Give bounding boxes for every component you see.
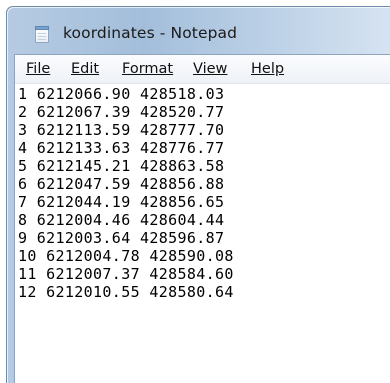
text-line: 2 6212067.39 428520.77 bbox=[18, 103, 225, 121]
text-line: 10 6212004.78 428590.08 bbox=[18, 247, 234, 265]
text-line: 1 6212066.90 428518.03 bbox=[18, 85, 225, 103]
menu-file[interactable]: File bbox=[26, 61, 50, 77]
text-line: 7 6212044.19 428856.65 bbox=[18, 193, 225, 211]
menu-bar: File Edit Format View Help bbox=[15, 55, 390, 84]
menu-edit[interactable]: Edit bbox=[71, 61, 99, 77]
text-line: 4 6212133.63 428776.77 bbox=[18, 139, 225, 157]
title-bar[interactable]: koordinates - Notepad bbox=[7, 7, 390, 53]
text-editor[interactable]: 1 6212066.90 428518.03 2 6212067.39 4285… bbox=[15, 84, 390, 383]
text-line: 8 6212004.46 428604.44 bbox=[18, 211, 225, 229]
text-line: 5 6212145.21 428863.58 bbox=[18, 157, 225, 175]
menu-view[interactable]: View bbox=[193, 61, 227, 77]
text-line: 11 6212007.37 428584.60 bbox=[18, 265, 234, 283]
text-line: 12 6212010.55 428580.64 bbox=[18, 283, 234, 301]
text-line: 6 6212047.59 428856.88 bbox=[18, 175, 225, 193]
text-line: 9 6212003.64 428596.87 bbox=[18, 229, 225, 247]
notepad-window: koordinates - Notepad File Edit Format V… bbox=[6, 6, 390, 383]
client-area: File Edit Format View Help 1 6212066.90 … bbox=[14, 54, 390, 383]
window-title: koordinates - Notepad bbox=[63, 24, 238, 42]
menu-help[interactable]: Help bbox=[251, 61, 284, 77]
menu-format[interactable]: Format bbox=[122, 61, 173, 77]
notepad-icon[interactable] bbox=[35, 26, 49, 43]
text-line: 3 6212113.59 428777.70 bbox=[18, 121, 225, 139]
